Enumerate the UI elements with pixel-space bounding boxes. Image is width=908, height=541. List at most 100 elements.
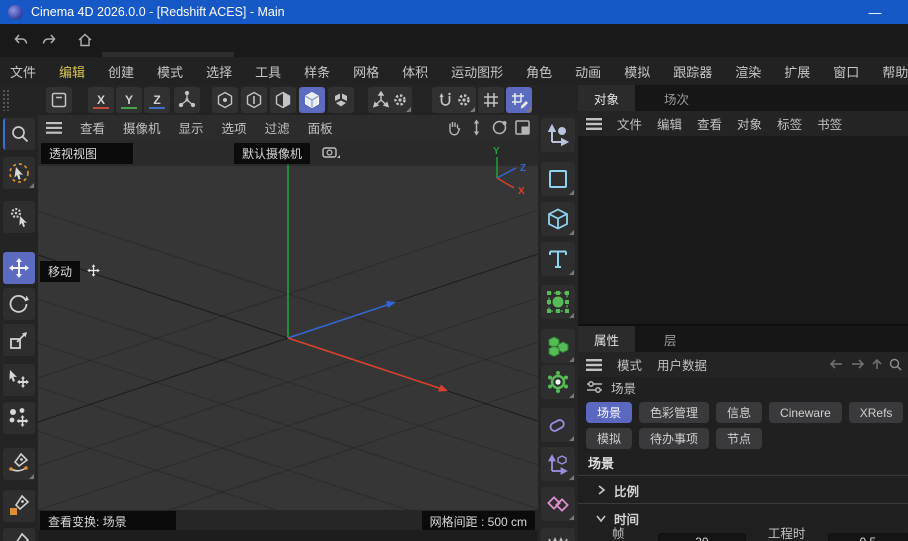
hex-edge-mode-button[interactable]: [241, 87, 267, 113]
viewport-menu-view[interactable]: 查看: [80, 118, 105, 137]
om-menu-edit[interactable]: 编辑: [657, 114, 682, 133]
pan-hand-icon[interactable]: [444, 118, 463, 137]
category-scene-button[interactable]: 场景: [586, 402, 632, 423]
category-cineware-button[interactable]: Cineware: [769, 402, 842, 423]
hex-polygon-mode-button[interactable]: [270, 87, 296, 113]
framerate-input[interactable]: 30: [658, 533, 746, 541]
menu-edit[interactable]: 编辑: [59, 62, 85, 81]
menu-spline[interactable]: 样条: [304, 62, 330, 81]
am-menu-mode[interactable]: 模式: [617, 355, 642, 374]
category-xrefs-button[interactable]: XRefs: [849, 402, 904, 423]
minimize-button[interactable]: —: [860, 0, 890, 24]
coordinates-button[interactable]: [541, 118, 575, 152]
menu-help[interactable]: 帮助: [882, 62, 908, 81]
loop-gear-button[interactable]: [432, 87, 476, 113]
volume-builder-button[interactable]: [541, 329, 575, 363]
om-menu-bookmarks[interactable]: 书签: [817, 114, 842, 133]
search-icon[interactable]: [889, 358, 902, 371]
up-arrow-icon[interactable]: [871, 358, 883, 370]
viewport-menu-cameras[interactable]: 摄像机: [123, 118, 161, 137]
xpresso-button[interactable]: [541, 487, 575, 521]
hex-model-mode-button[interactable]: [299, 87, 325, 113]
menu-render[interactable]: 渲染: [735, 62, 761, 81]
forward-arrow-icon[interactable]: [850, 358, 865, 370]
category-todo-button[interactable]: 待办事项: [639, 428, 709, 449]
home-icon[interactable]: [74, 29, 96, 51]
grid-snap-button[interactable]: [478, 87, 504, 113]
om-menu-file[interactable]: 文件: [617, 114, 642, 133]
object-manager-hamburger-icon[interactable]: [586, 118, 602, 130]
spline-pen-tool-button[interactable]: [3, 448, 35, 480]
project-duration-input[interactable]: 0.5: [828, 533, 908, 541]
maximize-panel-icon[interactable]: [513, 118, 532, 137]
subdivision-surface-button[interactable]: [541, 285, 575, 319]
axis-lock-x-button[interactable]: X: [88, 87, 114, 113]
menu-file[interactable]: 文件: [10, 62, 36, 81]
fracture-mode-button[interactable]: [328, 87, 354, 113]
om-menu-tags[interactable]: 标签: [777, 114, 802, 133]
motion-clip-button[interactable]: [541, 528, 575, 541]
text-object-button[interactable]: [541, 242, 575, 276]
am-menu-userdata[interactable]: 用户数据: [657, 355, 707, 374]
om-menu-view[interactable]: 查看: [697, 114, 722, 133]
primitive-cube-button[interactable]: [541, 202, 575, 236]
menu-select[interactable]: 选择: [206, 62, 232, 81]
category-color-management-button[interactable]: 色彩管理: [639, 402, 709, 423]
viewport-menu-filter[interactable]: 过滤: [265, 118, 290, 137]
menu-mode[interactable]: 模式: [157, 62, 183, 81]
section-scale[interactable]: 比例: [596, 479, 896, 501]
undo-button[interactable]: [10, 29, 32, 51]
camera-icon[interactable]: [322, 145, 342, 161]
menu-tracker[interactable]: 跟踪器: [673, 62, 712, 81]
view-name-label[interactable]: 透视视图: [41, 143, 133, 164]
menu-tools[interactable]: 工具: [255, 62, 281, 81]
modeling-axis-button[interactable]: [174, 87, 200, 113]
object-manager-list[interactable]: [578, 136, 908, 324]
category-simulation-button[interactable]: 模拟: [586, 428, 632, 449]
simulate-move-tool-button[interactable]: [3, 402, 35, 434]
search-tool-button[interactable]: [3, 118, 35, 150]
menu-animate[interactable]: 动画: [575, 62, 601, 81]
spline-rectangle-button[interactable]: [541, 162, 575, 196]
asset-box-button[interactable]: [46, 87, 72, 113]
pen-cube-tool-button[interactable]: [3, 528, 35, 541]
cursor-transform-tool-button[interactable]: [3, 364, 35, 396]
redo-button[interactable]: [38, 29, 60, 51]
pose-gear-button[interactable]: [368, 87, 412, 113]
axis-lock-z-button[interactable]: Z: [144, 87, 170, 113]
sketch-pen-tool-button[interactable]: [3, 490, 35, 522]
menu-window[interactable]: 窗口: [833, 62, 859, 81]
scale-tool-button[interactable]: [3, 324, 35, 356]
back-arrow-icon[interactable]: [829, 358, 844, 370]
attribute-manager-hamburger-icon[interactable]: [586, 359, 602, 371]
viewport-hamburger-icon[interactable]: [46, 122, 62, 134]
category-nodes-button[interactable]: 节点: [716, 428, 762, 449]
section-time[interactable]: 时间: [596, 507, 896, 529]
menu-character[interactable]: 角色: [526, 62, 552, 81]
menu-volume[interactable]: 体积: [402, 62, 428, 81]
dolly-icon[interactable]: [467, 118, 486, 137]
tab-takes[interactable]: 场次: [648, 85, 705, 111]
category-info-button[interactable]: 信息: [716, 402, 762, 423]
move-tool-button[interactable]: [3, 252, 35, 284]
camera-name-label[interactable]: 默认摄像机: [234, 143, 310, 164]
orbit-icon[interactable]: [490, 118, 509, 137]
axis-lock-y-button[interactable]: Y: [116, 87, 142, 113]
tab-objects[interactable]: 对象: [578, 85, 635, 111]
tab-layers[interactable]: 层: [648, 326, 693, 352]
tweak-tool-button[interactable]: [3, 201, 35, 233]
toolbar-drag-handle[interactable]: [2, 89, 10, 111]
viewport-menu-options[interactable]: 选项: [222, 118, 247, 137]
rotate-tool-button[interactable]: [3, 288, 35, 320]
deformer-button[interactable]: [541, 408, 575, 442]
grid-edit-button[interactable]: [506, 87, 532, 113]
menu-mesh[interactable]: 网格: [353, 62, 379, 81]
field-axis-button[interactable]: [541, 447, 575, 481]
tab-attributes[interactable]: 属性: [578, 326, 635, 352]
cloner-button[interactable]: [541, 365, 575, 399]
menu-extensions[interactable]: 扩展: [784, 62, 810, 81]
viewport-menu-panel[interactable]: 面板: [308, 118, 333, 137]
live-selection-tool-button[interactable]: [3, 157, 35, 189]
menu-mograph[interactable]: 运动图形: [451, 62, 503, 81]
menu-simulate[interactable]: 模拟: [624, 62, 650, 81]
